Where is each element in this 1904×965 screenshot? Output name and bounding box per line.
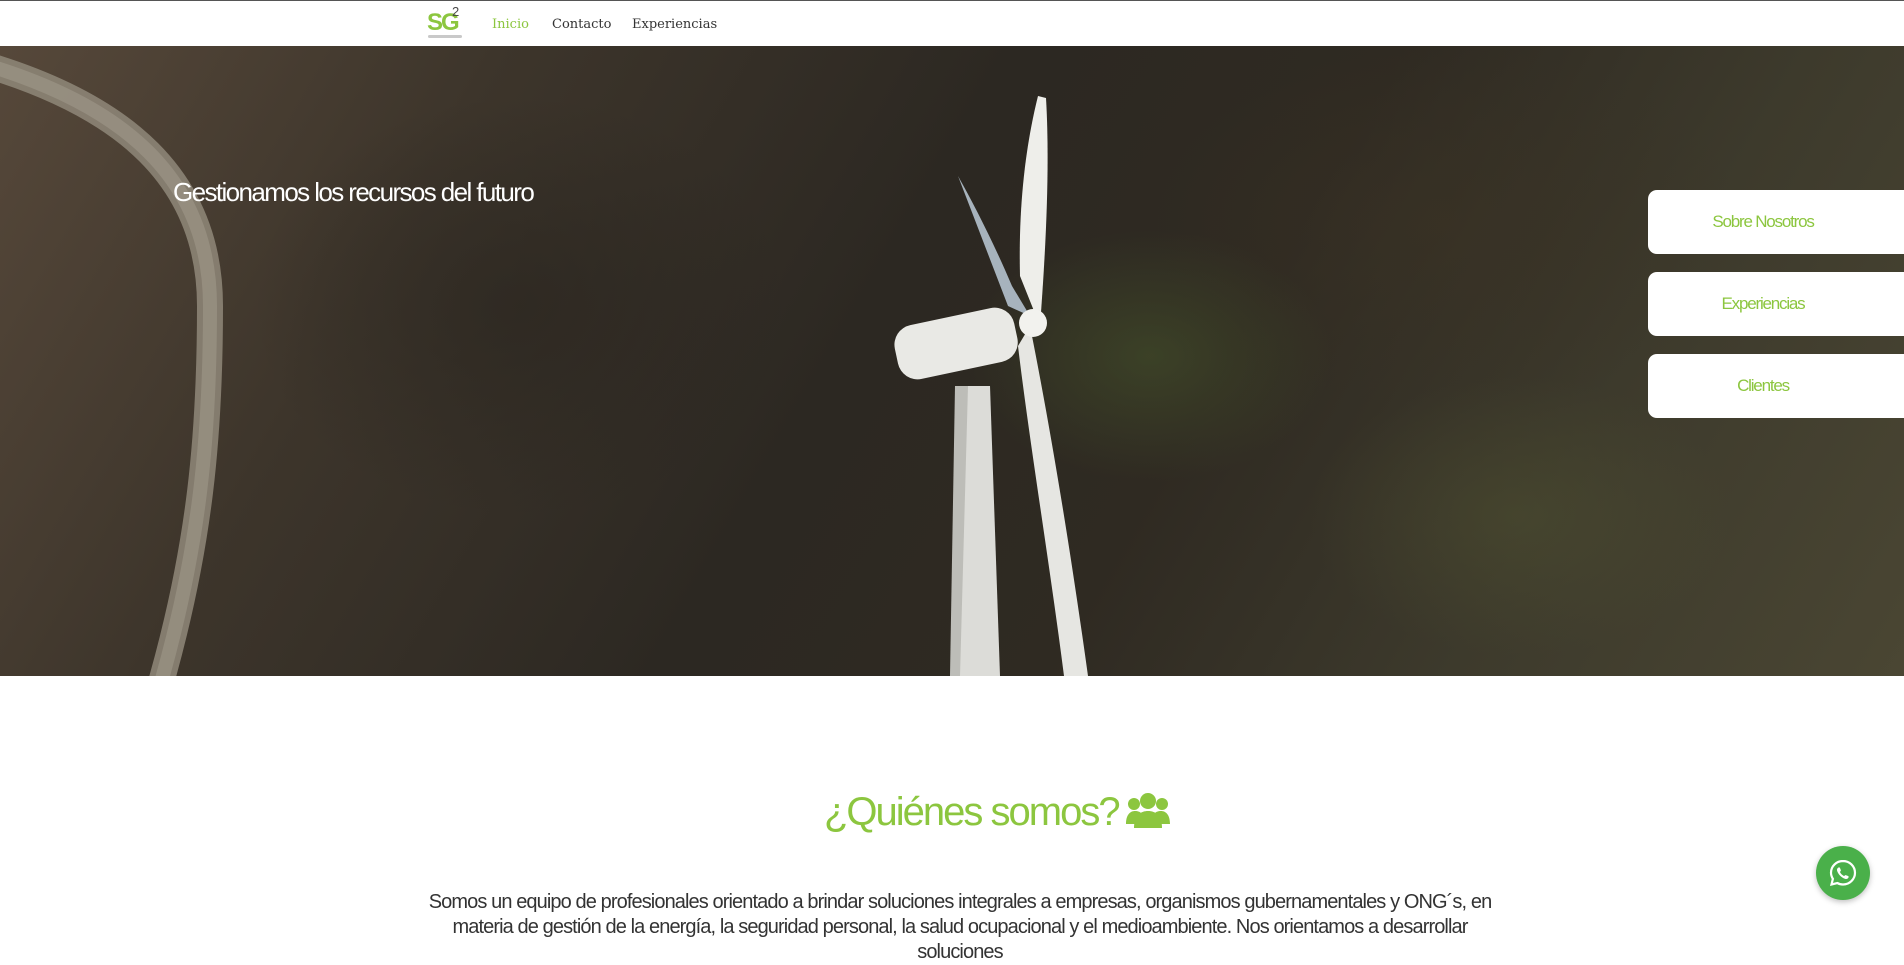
- site-logo[interactable]: SG 2: [425, 4, 465, 41]
- logo-superscript: 2: [452, 4, 460, 19]
- nav-link-inicio[interactable]: Inicio: [492, 17, 529, 32]
- hero-title: Gestionamos los recursos del futuro: [173, 177, 535, 207]
- sobre-nosotros-label: Sobre Nosotros: [1712, 212, 1815, 231]
- users-group-icon: [1126, 793, 1170, 828]
- experiencias-label: Experiencias: [1721, 294, 1806, 313]
- experiencias-button[interactable]: Experiencias: [1648, 272, 1904, 336]
- nav-link-experiencias[interactable]: Experiencias: [632, 17, 717, 32]
- nav-link-contacto[interactable]: Contacto: [552, 17, 611, 32]
- whatsapp-button[interactable]: [1816, 846, 1870, 900]
- clientes-label: Clientes: [1737, 376, 1790, 395]
- logo-tagline-mark: [428, 35, 462, 38]
- top-navbar: SG 2 Inicio Contacto Experiencias: [0, 0, 1904, 46]
- wind-turbine-graphic: [894, 96, 1088, 676]
- hero-banner: Gestionamos los recursos del futuro Sobr…: [0, 46, 1904, 676]
- about-heading: ¿Quiénes somos?: [824, 790, 1121, 834]
- about-paragraph: Somos un equipo de profesionales orienta…: [428, 891, 1493, 963]
- sobre-nosotros-button[interactable]: Sobre Nosotros: [1648, 190, 1904, 254]
- clientes-button[interactable]: Clientes: [1648, 354, 1904, 418]
- whatsapp-icon: [1829, 859, 1857, 887]
